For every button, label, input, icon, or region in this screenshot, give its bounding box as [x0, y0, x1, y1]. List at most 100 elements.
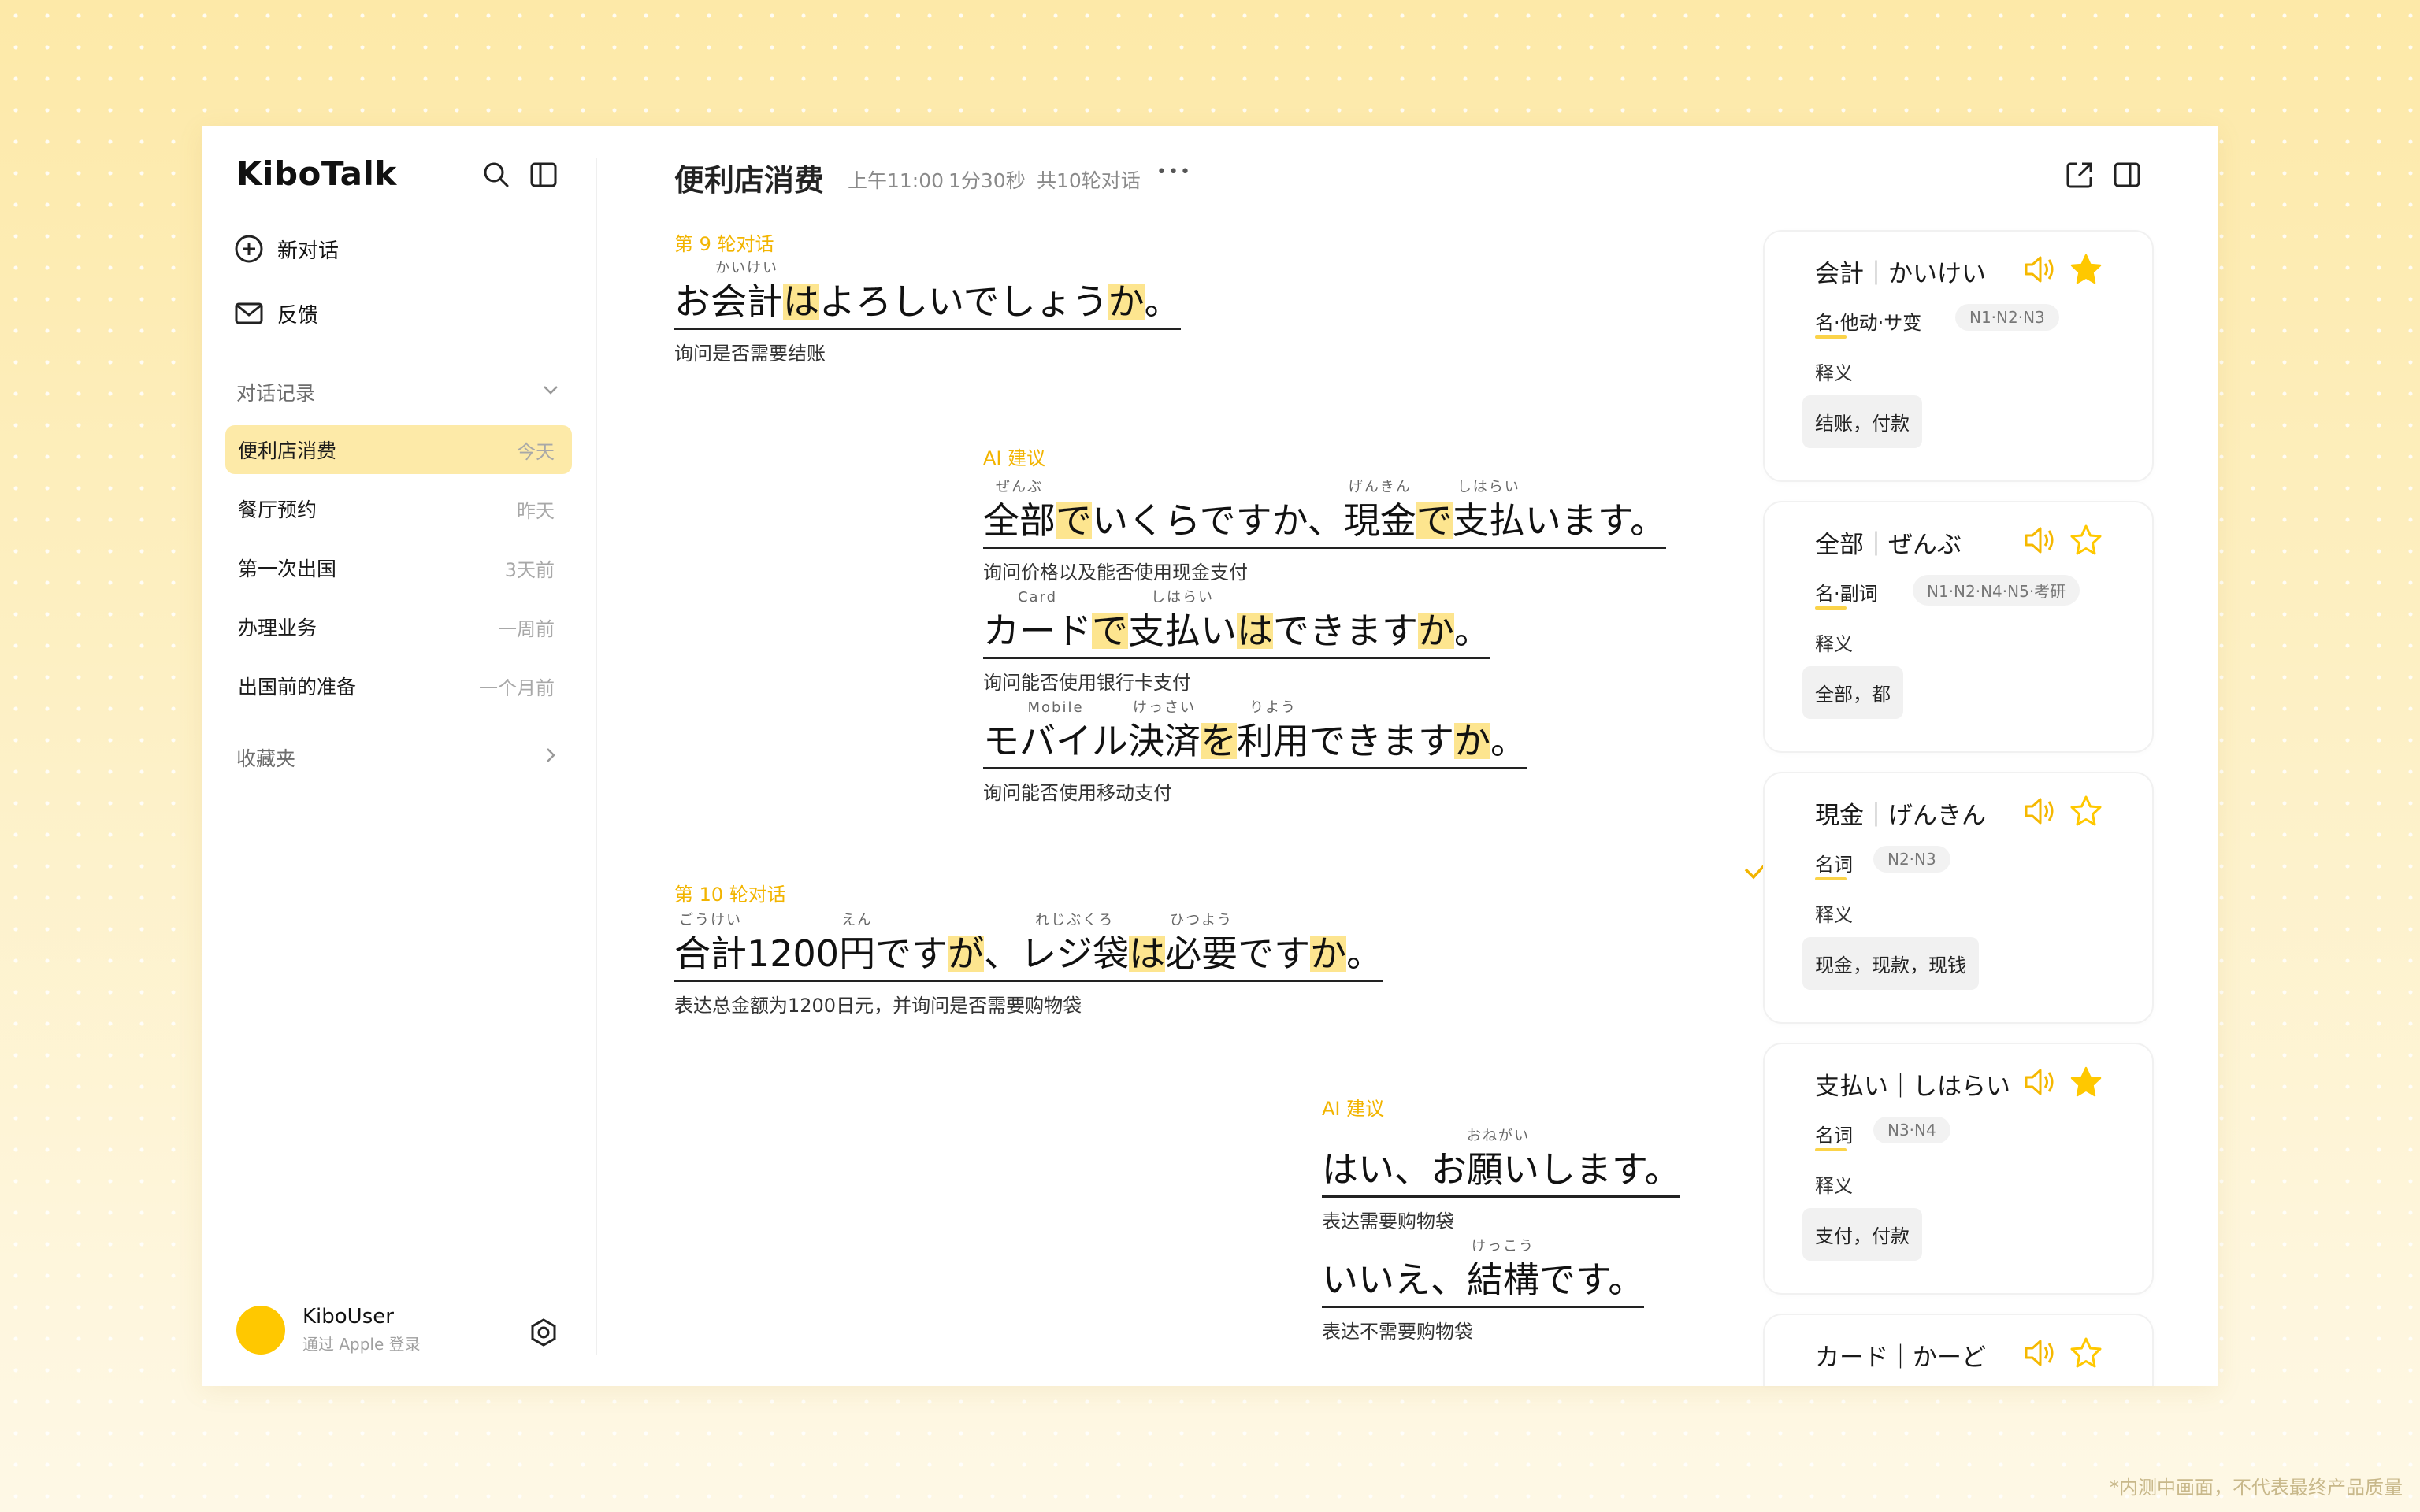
star-outline-icon[interactable]	[2069, 794, 2103, 828]
message-round10[interactable]: 合計 ごうけい 1200 円えん ですが、レジ袋 れじぶくろは必要 ひつよう ですか。 表达总…	[674, 914, 1383, 1017]
translation: 询问能否使用银行卡支付	[983, 672, 1191, 694]
favorites-section-header[interactable]: 收藏夹	[236, 743, 561, 772]
round-label: 第 9 轮对话	[674, 233, 774, 255]
word-title: 全部｜ぜんぶ	[1815, 531, 1962, 559]
history-item[interactable]: 第一次出国 3天前	[225, 543, 572, 592]
part-of-speech: 名·副词	[1815, 578, 1878, 610]
suggestion-3[interactable]: モバイル Mobile 決済 けっさいを利用 りよう できますか。 询问能否使用移动支付	[983, 701, 1527, 805]
ai-suggestion-label: AI 建议	[983, 447, 1046, 469]
suggestion-2[interactable]: カード Card で支払い しはらいはできますか。 询问能否使用银行卡支付	[983, 591, 1490, 695]
meaning: 支付，付款	[1802, 1208, 1922, 1261]
word-card[interactable]: 会計｜かいけい 名·他动·サ变 N1·N2·N3 释义 结账，付款	[1763, 230, 2154, 482]
avatar	[236, 1305, 285, 1354]
part-of-speech: 名词	[1815, 849, 1853, 880]
history-item-title: 便利店消费	[238, 439, 337, 462]
translation: 询问价格以及能否使用现金支付	[983, 561, 1248, 584]
history-item[interactable]: 便利店消费 今天	[225, 425, 572, 474]
ai-suggestion-label: AI 建议	[1322, 1098, 1385, 1120]
history-item-time: 一个月前	[479, 676, 555, 699]
mail-icon	[235, 302, 263, 324]
history-section-header[interactable]: 对话记录	[236, 378, 561, 406]
chat-time: 上午11:00	[848, 169, 945, 192]
history-item[interactable]: 餐厅预约 昨天	[225, 484, 572, 533]
sentence: モバイル Mobile 決済 けっさいを利用 りよう できますか。	[983, 701, 1527, 769]
meaning: 现金，现款，现钱	[1802, 937, 1979, 990]
search-icon[interactable]	[477, 156, 515, 194]
feedback-label: 反馈	[277, 303, 319, 328]
meaning-label: 释义	[1815, 1175, 1853, 1197]
history-title: 对话记录	[236, 382, 316, 405]
word-card[interactable]: カード｜かーど	[1763, 1314, 2154, 1386]
star-filled-icon[interactable]	[2069, 252, 2103, 287]
speaker-icon[interactable]	[2023, 524, 2058, 556]
history-item[interactable]: 办理业务 一周前	[225, 602, 572, 651]
history-item-title: 第一次出国	[238, 558, 337, 580]
suggestion-5[interactable]: いいえ、 結構 けっこう です。 表达不需要购物袋	[1322, 1240, 1645, 1343]
word-card[interactable]: 全部｜ぜんぶ 名·副词 N1·N2·N4·N5·考研 释义 全部，都	[1763, 501, 2154, 753]
part-of-speech: 名词	[1815, 1120, 1853, 1151]
history-item-title: 餐厅预约	[238, 498, 317, 521]
history-item-title: 办理业务	[238, 617, 317, 639]
history-item-time: 今天	[517, 440, 555, 463]
suggestion-1[interactable]: 全部 ぜんぶでいくらですか、 現金 げんきんで支払 しはらい います。 询问价格以及能否使…	[983, 480, 1667, 584]
share-icon[interactable]	[2061, 156, 2099, 194]
word-card[interactable]: 現金｜げんきん 名词 N2·N3 释义 现金，现款，现钱	[1763, 772, 2154, 1024]
star-outline-icon[interactable]	[2069, 523, 2103, 558]
right-panel-toggle-icon[interactable]	[2108, 156, 2146, 194]
translation: 表达不需要购物袋	[1322, 1321, 1473, 1343]
speaker-icon[interactable]	[2023, 795, 2058, 827]
translation: 询问是否需要结账	[674, 343, 826, 365]
chevron-down-icon	[544, 386, 558, 395]
chat-duration: 1分30秒	[948, 169, 1026, 192]
user-name: KiboUser	[302, 1305, 394, 1329]
history-item-time: 一周前	[498, 617, 555, 640]
sentence: 合計 ごうけい 1200 円えん ですが、レジ袋 れじぶくろは必要 ひつよう ですか。	[674, 914, 1383, 982]
history-item[interactable]: 出国前的准备 一个月前	[225, 662, 572, 710]
feedback-button[interactable]: 反馈	[233, 291, 318, 335]
app-window: KiboTalk 新对话 反馈 对话记录 便利店消费 今天 餐厅预约 昨天 第一…	[202, 126, 2218, 1386]
disclaimer-note: *内测中画面，不代表最终产品质量	[2110, 1477, 2403, 1499]
chevron-right-icon	[547, 748, 555, 762]
meaning-label: 释义	[1815, 362, 1853, 384]
sentence: お会計 かいけいはよろしいでしょうか。	[674, 261, 1181, 330]
settings-icon[interactable]	[525, 1314, 562, 1351]
round-label: 第 10 轮对话	[674, 884, 786, 906]
suggestion-4[interactable]: はい、お願おねがい いします。 表达需要购物袋	[1322, 1129, 1681, 1233]
level-badge: N2·N3	[1873, 846, 1950, 873]
meaning-label: 释义	[1815, 633, 1853, 655]
star-filled-icon[interactable]	[2069, 1065, 2103, 1099]
meaning: 结账，付款	[1802, 395, 1922, 448]
new-chat-icon	[235, 235, 263, 263]
speaker-icon[interactable]	[2023, 1337, 2058, 1369]
sentence: カード Card で支払い しはらいはできますか。	[983, 591, 1490, 659]
level-badge: N3·N4	[1873, 1117, 1950, 1143]
meaning-label: 释义	[1815, 904, 1853, 926]
more-options-icon[interactable]: •••	[1156, 162, 1192, 182]
user-profile[interactable]: KiboUser 通过 Apple 登录	[236, 1305, 421, 1354]
speaker-icon[interactable]	[2023, 254, 2058, 285]
sentence: はい、お願おねがい いします。	[1322, 1129, 1681, 1198]
sidebar-toggle-icon[interactable]	[525, 156, 562, 194]
history-item-time: 3天前	[504, 558, 555, 581]
level-badge: N1·N2·N3	[1955, 304, 2059, 331]
new-chat-label: 新对话	[277, 239, 340, 263]
history-item-time: 昨天	[517, 499, 555, 522]
history-item-title: 出国前的准备	[238, 676, 357, 699]
speaker-icon[interactable]	[2023, 1066, 2058, 1098]
sentence: いいえ、 結構 けっこう です。	[1322, 1240, 1645, 1308]
favorites-title: 收藏夹	[236, 747, 296, 770]
level-badge: N1·N2·N4·N5·考研	[1913, 575, 2080, 606]
sidebar: KiboTalk 新对话 反馈 对话记录 便利店消费 今天 餐厅预约 昨天 第一…	[202, 126, 596, 1386]
sidebar-divider	[596, 158, 597, 1354]
user-login-method: 通过 Apple 登录	[302, 1335, 421, 1354]
translation: 表达需要购物袋	[1322, 1210, 1454, 1232]
new-chat-button[interactable]: 新对话	[233, 227, 339, 271]
message-round9[interactable]: お会計 かいけいはよろしいでしょうか。 询问是否需要结账	[674, 261, 1181, 365]
translation: 表达总金额为1200日元，并询问是否需要购物袋	[674, 995, 1082, 1017]
star-outline-icon[interactable]	[2069, 1336, 2103, 1370]
word-title: 会計｜かいけい	[1815, 260, 1986, 288]
word-title: カード｜かーど	[1815, 1343, 1986, 1372]
app-logo: KiboTalk	[236, 154, 397, 193]
word-card[interactable]: 支払い｜しはらい 名词 N3·N4 释义 支付，付款	[1763, 1043, 2154, 1295]
part-of-speech: 名·他动·サ变	[1815, 307, 1921, 339]
